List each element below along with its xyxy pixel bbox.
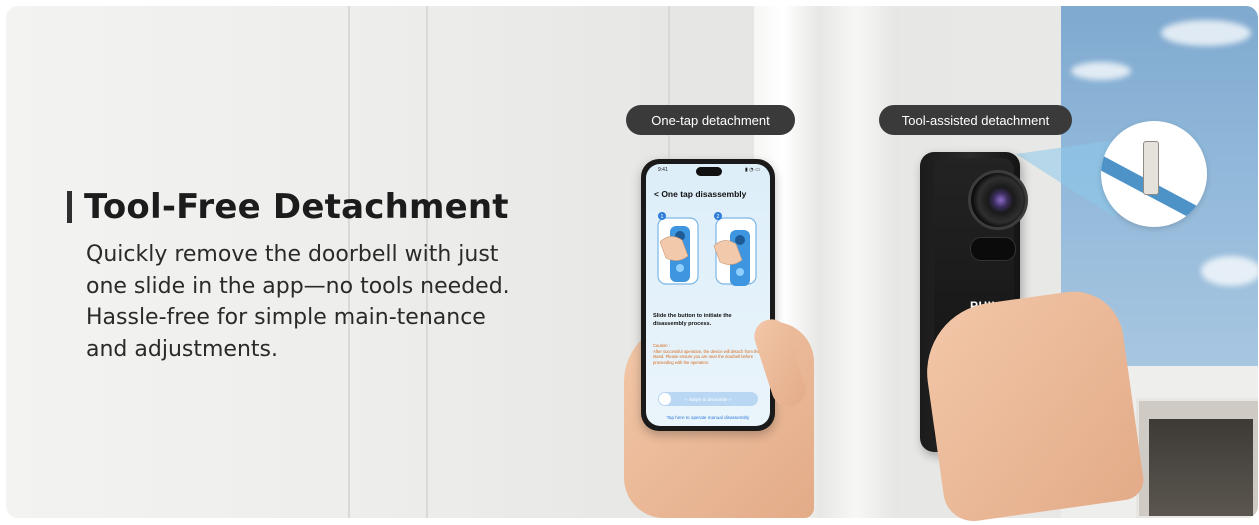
window	[1136, 398, 1258, 518]
app-screen: 9:41 ▮ ◔ ▭ < One tap disassembly 1 2 Sli…	[646, 164, 770, 426]
headline: Tool-Free Detachment	[84, 187, 509, 227]
smartphone: 9:41 ▮ ◔ ▭ < One tap disassembly 1 2 Sli…	[641, 159, 775, 431]
disassembly-illustration-icon: 1 2	[657, 212, 757, 286]
description-text: Quickly remove the doorbell with just on…	[86, 242, 510, 362]
screen-title[interactable]: < One tap disassembly	[654, 189, 746, 199]
mount-detail-zoom	[1101, 121, 1207, 227]
caution-text: After successful operation, the device w…	[653, 349, 760, 365]
status-signal-icon: ▮ ◔ ▭	[744, 167, 760, 173]
tool-assisted-detachment-label: Tool-assisted detachment	[879, 105, 1072, 135]
swipe-to-dismantle-slider[interactable]: ‹‹ Swipe to dismantle ››	[658, 392, 758, 406]
camera-lens-icon	[968, 170, 1028, 230]
phone-notch	[696, 167, 722, 176]
status-time: 9:41	[658, 167, 668, 173]
step-1-number: 1	[660, 214, 663, 220]
hand-removing-doorbell	[918, 285, 1146, 525]
swipe-label: ‹‹ Swipe to dismantle ››	[684, 396, 732, 402]
one-tap-detachment-label: One-tap detachment	[626, 105, 795, 135]
instruction-text: Slide the button to initiate the disasse…	[653, 313, 732, 327]
motion-sensor-icon	[970, 237, 1016, 261]
slider-knob[interactable]	[659, 393, 671, 405]
step-2-number: 2	[716, 214, 719, 220]
mount-hook-icon	[1143, 141, 1159, 195]
manual-disassembly-link[interactable]: Tap here to operate manual disassembly	[646, 415, 770, 420]
caution-label: Caution :	[653, 343, 670, 348]
headline-accent-bar	[67, 191, 72, 223]
